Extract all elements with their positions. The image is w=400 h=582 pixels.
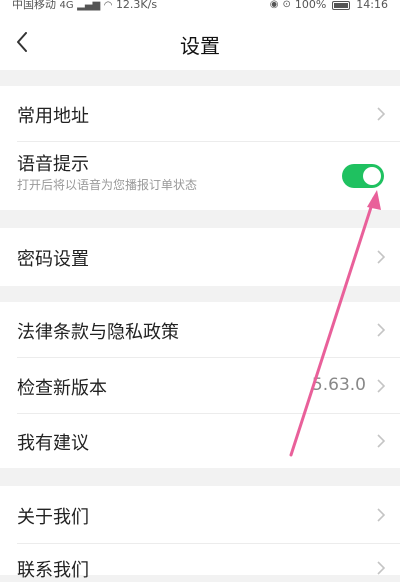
version-value: 5.63.0 <box>311 375 366 395</box>
network-label: 4G <box>59 0 74 11</box>
voice-prompt-toggle[interactable] <box>342 164 384 188</box>
network-speed: 12.3K/s <box>115 0 158 11</box>
wifi-icon: ◠ <box>103 0 113 11</box>
settings-group-1: 常用地址 语音提示 打开后将以语音为您播报订单状态 <box>0 86 400 210</box>
carrier-label: 中国移动 <box>12 0 56 11</box>
settings-group-2: 密码设置 <box>0 228 400 286</box>
chevron-right-icon <box>377 379 385 393</box>
battery-icon <box>332 0 351 10</box>
location-icon: ⊙ <box>282 0 291 10</box>
row-contact[interactable]: 联系我们 <box>0 544 400 581</box>
suggestion-label: 我有建议 <box>17 433 89 454</box>
row-common-address[interactable]: 常用地址 <box>0 86 400 142</box>
toggle-knob <box>363 167 381 185</box>
voice-prompt-description: 打开后将以语音为您播报订单状态 <box>17 178 198 192</box>
chevron-right-icon <box>377 250 385 264</box>
row-voice-prompt: 语音提示 打开后将以语音为您播报订单状态 <box>0 142 400 210</box>
settings-group-4: 关于我们 联系我们 <box>0 486 400 581</box>
password-label: 密码设置 <box>17 249 89 270</box>
row-check-update[interactable]: 检查新版本 5.63.0 <box>0 358 400 414</box>
battery-percent: 100% <box>294 0 327 11</box>
voice-prompt-label: 语音提示 <box>17 154 89 175</box>
check-update-label: 检查新版本 <box>17 378 107 399</box>
chevron-right-icon <box>377 508 385 522</box>
row-legal[interactable]: 法律条款与隐私政策 <box>0 302 400 358</box>
row-suggestion[interactable]: 我有建议 <box>0 414 400 468</box>
status-right: ◉ ⊙ 100% 14:16 <box>270 0 388 12</box>
chevron-right-icon <box>377 561 385 575</box>
chevron-right-icon <box>377 323 385 337</box>
clock-time: 14:16 <box>356 0 388 11</box>
status-left: 中国移动 4G ▂▄▆ ◠ 12.3K/s <box>12 0 157 13</box>
signal-icon: ▂▄▆ <box>77 0 101 11</box>
settings-group-3: 法律条款与隐私政策 检查新版本 5.63.0 我有建议 <box>0 302 400 468</box>
page-title: 设置 <box>180 34 220 58</box>
eye-icon: ◉ <box>269 0 279 10</box>
contact-label: 联系我们 <box>17 560 89 581</box>
common-address-label: 常用地址 <box>17 106 89 127</box>
legal-label: 法律条款与隐私政策 <box>17 322 179 343</box>
row-password[interactable]: 密码设置 <box>0 228 400 286</box>
about-label: 关于我们 <box>17 507 89 528</box>
chevron-right-icon <box>377 434 385 448</box>
row-about[interactable]: 关于我们 <box>0 486 400 544</box>
app-header: 设置 <box>0 16 400 70</box>
chevron-right-icon <box>377 107 385 121</box>
status-bar: 中国移动 4G ▂▄▆ ◠ 12.3K/s ◉ ⊙ 100% 14:16 <box>0 0 400 16</box>
